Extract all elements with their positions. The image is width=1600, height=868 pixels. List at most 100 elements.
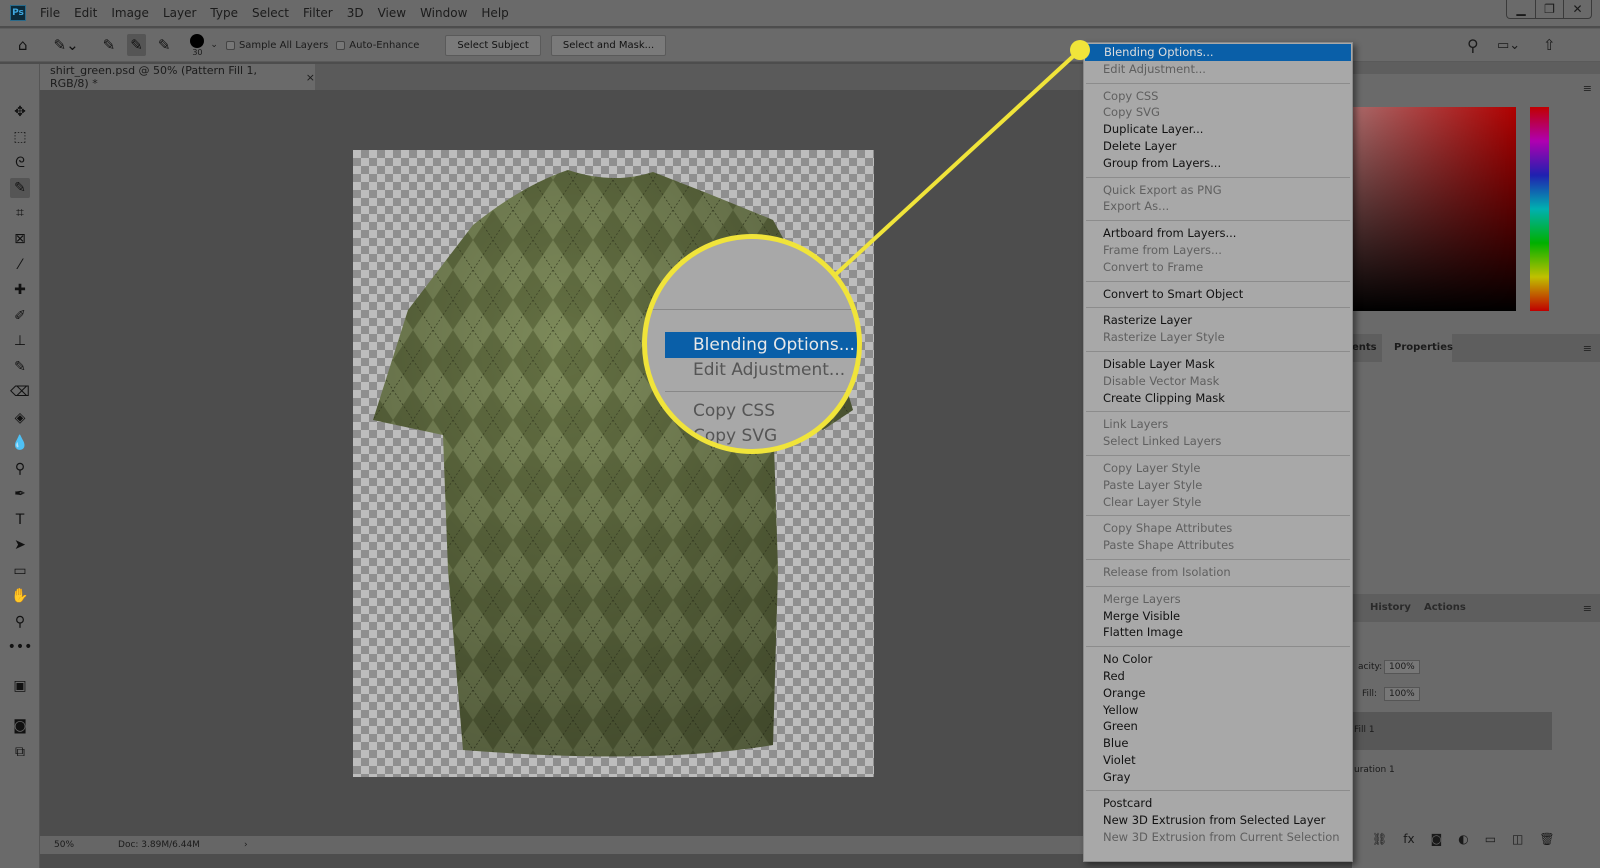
brush-tool-icon[interactable]: ✐: [10, 306, 30, 326]
sample-all-layers-checkbox[interactable]: Sample All Layers: [225, 40, 328, 51]
eraser-tool-icon[interactable]: ⌫: [10, 382, 30, 402]
menu-item-disable-layer-mask[interactable]: Disable Layer Mask: [1084, 356, 1352, 373]
chevron-down-icon[interactable]: ⌄: [210, 40, 218, 50]
menu-item-blending-options[interactable]: Blending Options...: [1085, 44, 1351, 61]
menu-filter[interactable]: Filter: [303, 6, 333, 20]
eyedropper-tool-icon[interactable]: ⁄: [10, 255, 30, 275]
home-icon[interactable]: ⌂: [18, 36, 28, 54]
menu-item-postcard[interactable]: Postcard: [1084, 795, 1352, 812]
brush-size-picker[interactable]: 30: [190, 33, 205, 57]
pen-tool-icon[interactable]: ✒: [10, 484, 30, 504]
history-brush-tool-icon[interactable]: ✎: [10, 357, 30, 377]
tab-history[interactable]: History: [1370, 602, 1411, 613]
color-picker-field[interactable]: [1352, 107, 1516, 311]
status-menu-arrow[interactable]: ›: [244, 840, 248, 850]
color-swatches-tool-icon[interactable]: ▣: [10, 676, 30, 696]
minimize-button[interactable]: ▁: [1507, 0, 1535, 18]
menu-item-delete-layer[interactable]: Delete Layer: [1084, 138, 1352, 155]
tab-actions[interactable]: Actions: [1424, 602, 1466, 613]
menu-item-flatten-image[interactable]: Flatten Image: [1084, 624, 1352, 641]
move-tool-icon[interactable]: ✥: [10, 102, 30, 122]
mask-icon[interactable]: ◙: [1431, 832, 1443, 846]
select-and-mask-button[interactable]: Select and Mask...: [550, 34, 667, 56]
panel-menu-icon[interactable]: ≡: [1583, 82, 1592, 95]
menu-item-convert-to-smart-object[interactable]: Convert to Smart Object: [1084, 286, 1352, 303]
marquee-tool-icon[interactable]: ⬚: [10, 127, 30, 147]
type-tool-icon[interactable]: T: [10, 510, 30, 530]
workspace-icon[interactable]: ▭⌄: [1497, 38, 1520, 53]
zoom-tool-icon[interactable]: ⚲: [10, 612, 30, 632]
dodge-tool-icon[interactable]: ⚲: [10, 459, 30, 479]
rectangle-tool-icon[interactable]: ▭: [10, 561, 30, 581]
adjustment-icon[interactable]: ◐: [1458, 832, 1468, 846]
panel-menu-icon[interactable]: ≡: [1583, 342, 1592, 355]
trash-icon[interactable]: 🗑: [1539, 832, 1554, 846]
menu-item-yellow[interactable]: Yellow: [1084, 702, 1352, 719]
menu-item-orange[interactable]: Orange: [1084, 685, 1352, 702]
menu-layer[interactable]: Layer: [163, 6, 196, 20]
menu-help[interactable]: Help: [481, 6, 508, 20]
restore-button[interactable]: ❐: [1535, 0, 1563, 18]
folder-icon[interactable]: ▭: [1485, 832, 1496, 846]
search-icon[interactable]: ⚲: [1467, 36, 1479, 55]
menu-window[interactable]: Window: [420, 6, 467, 20]
tab-adjustments[interactable]: ents: [1352, 342, 1377, 353]
blur-tool-icon[interactable]: 💧: [10, 433, 30, 453]
layer-row[interactable]: uration 1: [1352, 752, 1552, 790]
layer-name: uration 1: [1354, 765, 1395, 775]
quick-selection-preset-icon[interactable]: ✎⌄: [54, 36, 79, 54]
menu-item-violet[interactable]: Violet: [1084, 752, 1352, 769]
zoom-level[interactable]: 50%: [54, 840, 74, 850]
layer-row[interactable]: Fill 1: [1352, 712, 1552, 750]
menu-item-red[interactable]: Red: [1084, 668, 1352, 685]
menu-item-create-clipping-mask[interactable]: Create Clipping Mask: [1084, 390, 1352, 407]
add-to-selection-icon[interactable]: ✎: [127, 34, 146, 56]
fx-icon[interactable]: fx: [1403, 832, 1414, 846]
menu-view[interactable]: View: [378, 6, 406, 20]
path-select-tool-icon[interactable]: ➤: [10, 535, 30, 555]
menu-item-no-color[interactable]: No Color: [1084, 651, 1352, 668]
bucket-tool-icon[interactable]: ◈: [10, 408, 30, 428]
menu-item-green[interactable]: Green: [1084, 718, 1352, 735]
menu-item-merge-visible[interactable]: Merge Visible: [1084, 608, 1352, 625]
menu-item-rasterize-layer[interactable]: Rasterize Layer: [1084, 312, 1352, 329]
menu-image[interactable]: Image: [111, 6, 149, 20]
callout-item: Blending Options...: [693, 335, 855, 355]
close-tab-icon[interactable]: ×: [306, 71, 315, 84]
menu-item-group-from-layers[interactable]: Group from Layers...: [1084, 155, 1352, 172]
link-icon[interactable]: ⛓: [1372, 832, 1387, 846]
quick-mask-tool-icon[interactable]: ◙: [10, 716, 30, 736]
subtract-from-selection-icon[interactable]: ✎: [158, 36, 171, 54]
quick-selection-tool-icon[interactable]: ✎: [10, 178, 30, 198]
menu-3d[interactable]: 3D: [347, 6, 364, 20]
menu-edit[interactable]: Edit: [74, 6, 97, 20]
document-tab[interactable]: shirt_green.psd @ 50% (Pattern Fill 1, R…: [40, 64, 315, 90]
opacity-field[interactable]: 100%: [1384, 660, 1420, 674]
close-button[interactable]: ✕: [1563, 0, 1591, 18]
lasso-tool-icon[interactable]: ᘓ: [10, 153, 30, 173]
screen-mode-tool-icon[interactable]: ⧉: [10, 742, 30, 762]
select-subject-button[interactable]: Select Subject: [445, 34, 541, 56]
menu-file[interactable]: File: [40, 6, 60, 20]
auto-enhance-checkbox[interactable]: Auto-Enhance: [336, 40, 419, 51]
panel-menu-icon[interactable]: ≡: [1583, 602, 1592, 615]
tab-properties[interactable]: Properties: [1394, 342, 1453, 353]
menu-type[interactable]: Type: [210, 6, 238, 20]
frame-tool-icon[interactable]: ⊠: [10, 229, 30, 249]
more-tool-icon[interactable]: •••: [8, 637, 33, 657]
menu-item-new-3d-extrusion-from-selected-layer[interactable]: New 3D Extrusion from Selected Layer: [1084, 812, 1352, 829]
menu-select[interactable]: Select: [252, 6, 289, 20]
menu-item-blue[interactable]: Blue: [1084, 735, 1352, 752]
menu-item-artboard-from-layers[interactable]: Artboard from Layers...: [1084, 225, 1352, 242]
menu-item-gray[interactable]: Gray: [1084, 769, 1352, 786]
crop-tool-icon[interactable]: ⌗: [10, 203, 30, 223]
new-selection-icon[interactable]: ✎: [103, 36, 116, 54]
hand-tool-icon[interactable]: ✋: [10, 586, 30, 606]
hue-slider[interactable]: [1530, 107, 1549, 311]
menu-item-duplicate-layer[interactable]: Duplicate Layer...: [1084, 121, 1352, 138]
stamp-tool-icon[interactable]: ⊥: [10, 331, 30, 351]
new-layer-icon[interactable]: ◫: [1512, 832, 1523, 846]
healing-tool-icon[interactable]: ✚: [10, 280, 30, 300]
share-icon[interactable]: ⇧: [1543, 36, 1556, 54]
fill-field[interactable]: 100%: [1384, 687, 1420, 701]
